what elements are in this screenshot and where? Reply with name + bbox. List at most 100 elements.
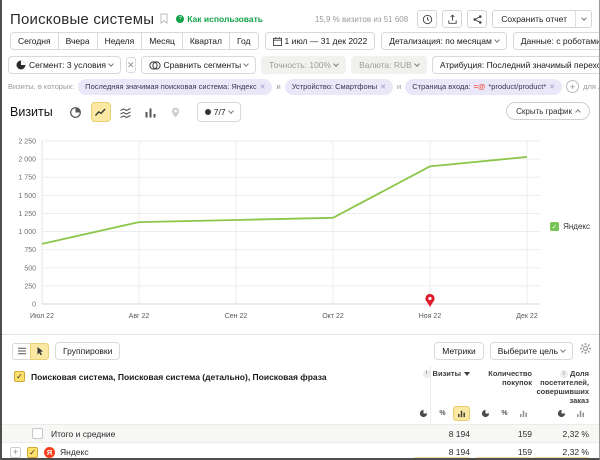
filter-chip-search-system[interactable]: Последняя значимая поисковая система: Ян… [78,79,272,95]
svg-text:250: 250 [24,283,36,290]
column-header-purchases[interactable]: Количество покупок [484,369,532,387]
page-title: Поисковые системы [10,11,154,28]
preset-quarter[interactable]: Квартал [182,32,230,50]
history-button[interactable] [417,10,437,28]
view-list-toggle[interactable] [12,343,31,360]
bookmark-icon[interactable] [160,11,168,29]
visits-chart: 2 2502 0001 7501 5001 2501 0007505002500… [0,128,600,326]
filter-chip-device[interactable]: Устройство: Смартфоны ✕ [285,79,393,95]
mode-pie-button[interactable] [477,406,494,421]
chart-type-area-button[interactable] [116,102,136,122]
compare-segments-dropdown[interactable]: Сравнить сегменты [141,56,257,74]
info-icon[interactable] [423,370,431,378]
totals-purchases-value: 159 [518,429,532,439]
bars-icon [519,409,528,418]
how-to-use-link[interactable]: Как использовать [176,14,263,24]
map-pin-icon [169,106,182,119]
metrics-button[interactable]: Метрики [434,342,483,360]
report-header: Поисковые системы Как использовать 15,9 … [10,8,592,30]
chip-close-icon[interactable]: ✕ [549,83,555,91]
table-toolbar: Группировки Метрики Выберите цель [12,341,592,361]
table-row-totals: Итого и средние 8 194 159 2,32 % [0,424,600,443]
row-checkbox[interactable] [27,447,38,458]
data-mode-dropdown[interactable]: Данные: с роботами [513,32,600,50]
yandex-visits-value: 8 194 [449,447,470,457]
preset-month[interactable]: Месяц [141,32,183,50]
preset-year[interactable]: Год [229,32,259,50]
info-icon[interactable] [560,370,568,378]
bars-icon [457,409,466,418]
segment-dropdown[interactable]: Сегмент: 3 условия [8,56,121,74]
chart-type-pie-button[interactable] [66,102,86,122]
svg-text:2 000: 2 000 [18,157,36,164]
view-tree-toggle[interactable] [30,343,49,360]
share-icon [472,14,483,25]
mode-pie-button[interactable] [415,406,432,421]
totals-visits-value: 8 194 [449,429,470,439]
share-button[interactable] [467,10,487,28]
svg-text:1 750: 1 750 [18,175,36,182]
mode-bars-button[interactable] [572,406,589,421]
select-all-checkbox[interactable] [14,371,25,382]
mode-bars-button[interactable] [453,406,470,421]
mode-percent-button[interactable]: % [496,406,513,421]
chip-close-icon[interactable]: ✕ [380,83,386,91]
pie-icon [557,409,566,418]
visits-share-stat: 15,9 % визитов из 51 608 [315,15,408,24]
mode-percent-button[interactable]: % [434,406,451,421]
expand-row-button[interactable] [10,447,21,458]
svg-text:Дек 22: Дек 22 [516,313,538,320]
clear-segment-button[interactable] [126,57,136,73]
svg-text:1 000: 1 000 [18,229,36,236]
accuracy-dropdown[interactable]: Точность: 100% [261,56,346,74]
column-header-share[interactable]: Доля посетителей, совершивших заказ [529,369,589,405]
legend-checkbox[interactable] [550,222,559,231]
line-chart-icon [94,106,107,119]
hide-chart-button[interactable]: Скрыть график [506,102,590,120]
filter-bar: Визиты, в которых: Последняя значимая по… [8,78,596,95]
date-range-button[interactable]: 1 июл — 31 дек 2022 [265,32,376,50]
list-icon [17,346,27,356]
dimension-header: Поисковая система, Поисковая система (де… [14,371,327,382]
preset-today[interactable]: Сегодня [10,32,59,50]
preset-week[interactable]: Неделя [97,32,143,50]
bars-icon [576,409,585,418]
column-header-visits[interactable]: Визиты [423,369,470,378]
period-presets: Сегодня Вчера Неделя Месяц Квартал Год [10,32,259,50]
detailing-dropdown[interactable]: Детализация: по месяцам [381,32,507,50]
series-count-dropdown[interactable]: 7/7 [197,102,241,122]
row-checkbox[interactable] [32,428,43,439]
totals-share-value: 2,32 % [563,429,589,439]
mode-pie-button[interactable] [553,406,570,421]
filter-prefix: Визиты, в которых: [8,82,74,91]
svg-text:Авг 22: Авг 22 [129,313,150,320]
segment-pie-icon [16,60,26,70]
chart-type-line-button[interactable] [91,102,111,122]
mode-bars-button[interactable] [515,406,532,421]
svg-text:Окт 22: Окт 22 [322,313,344,320]
add-visit-condition-button[interactable] [566,80,579,93]
preset-yesterday[interactable]: Вчера [58,32,98,50]
help-dot-icon [176,15,184,23]
svg-text:750: 750 [24,247,36,254]
groupings-button[interactable]: Группировки [55,342,120,360]
attribution-dropdown[interactable]: Атрибуция: Последний значимый переход КД [432,56,600,74]
choose-goal-dropdown[interactable]: Выберите цель [490,342,573,360]
chip-close-icon[interactable]: ✕ [260,83,266,91]
save-report-button[interactable]: Сохранить отчет [493,11,575,27]
export-button[interactable] [442,10,462,28]
save-report-dropdown[interactable] [575,11,591,27]
filter-chip-entry-page[interactable]: Страница входа: =@ *product/product* ✕ [405,79,562,95]
visits-line-chart: 2 2502 0001 7501 5001 2501 0007505002500… [0,128,600,326]
currency-dropdown[interactable]: Валюта: RUB [351,56,427,74]
sort-desc-icon [464,372,470,376]
legend-item-yandex[interactable]: Яндекс [550,222,590,231]
chart-type-map-button[interactable] [166,102,186,122]
period-bar: Сегодня Вчера Неделя Месяц Квартал Год 1… [10,32,594,50]
svg-text:Ноя 22: Ноя 22 [419,313,442,320]
chart-type-bar-button[interactable] [141,102,161,122]
settings-gear-icon[interactable] [579,342,592,360]
pie-chart-icon [69,106,82,119]
and-connector: и [276,82,280,91]
compare-icon [149,61,161,70]
